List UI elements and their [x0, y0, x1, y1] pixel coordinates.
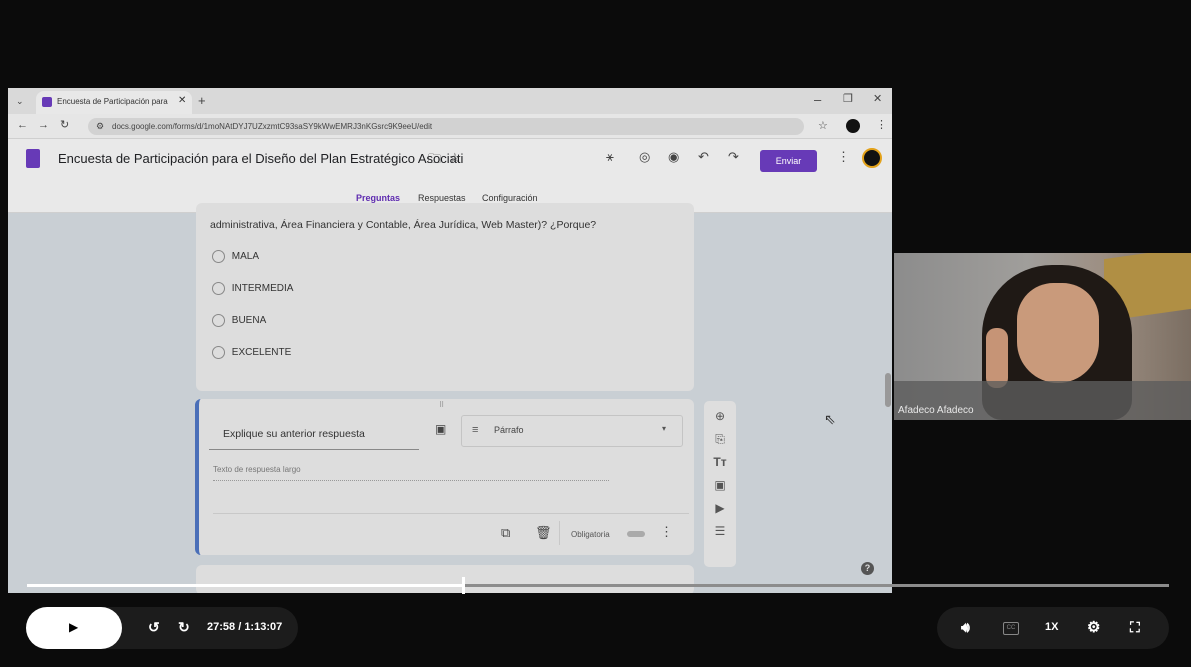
play-icon: ▶: [69, 620, 79, 634]
duplicate-icon[interactable]: ⧉: [501, 526, 510, 539]
dropdown-arrow-icon: ▾: [662, 424, 667, 433]
forms-header: Encuesta de Participación para el Diseño…: [8, 139, 892, 213]
current-time: 27:58: [207, 621, 236, 633]
tab-respuestas[interactable]: Respuestas: [418, 193, 466, 203]
mouse-cursor-icon: ⇖: [824, 411, 836, 427]
add-title-icon[interactable]: Tт: [712, 454, 728, 470]
site-info-icon[interactable]: ⚙: [96, 118, 104, 135]
tab-configuracion[interactable]: Configuración: [482, 193, 538, 203]
required-toggle[interactable]: [627, 531, 645, 537]
side-toolbar: ⊕ ⎘ Tт ▣ ▶ ☰: [704, 401, 736, 567]
more-vert-icon[interactable]: ⋮: [660, 525, 673, 538]
webcam-feed: Afadeco Afadeco: [894, 253, 1191, 420]
bookmark-star-icon[interactable]: ☆: [818, 118, 828, 135]
profile-avatar[interactable]: [846, 119, 860, 133]
player-settings-controls: 🔊︎ CC 1X ⚙ ⛶: [937, 607, 1169, 649]
card-divider: [213, 513, 689, 514]
drag-handle-icon[interactable]: ⠿: [439, 401, 444, 409]
forward-10-icon[interactable]: ↻: [178, 619, 190, 636]
tab-list-icon[interactable]: ⌄: [16, 95, 24, 108]
star-icon[interactable]: ☆: [449, 151, 461, 164]
scrollbar-thumb[interactable]: [885, 373, 891, 407]
rewind-10-icon[interactable]: ↺: [148, 619, 160, 636]
question-type-select[interactable]: ≡ Párrafo ▾: [461, 415, 683, 447]
restore-icon[interactable]: ❐: [843, 93, 853, 106]
add-question-icon[interactable]: ⊕: [712, 408, 728, 424]
back-icon[interactable]: ←: [17, 119, 28, 132]
new-tab-icon[interactable]: +: [198, 94, 206, 107]
form-editor-area: administrativa, Área Financiera y Contab…: [8, 203, 892, 593]
add-section-icon[interactable]: ☰: [712, 523, 728, 539]
option-excelente[interactable]: EXCELENTE: [212, 346, 291, 359]
option-buena[interactable]: BUENA: [212, 314, 266, 327]
browser-tab[interactable]: Encuesta de Participación para ✕: [36, 91, 192, 114]
close-tab-icon[interactable]: ✕: [178, 95, 186, 106]
add-image-icon[interactable]: ▣: [435, 423, 446, 436]
add-image-section-icon[interactable]: ▣: [712, 477, 728, 493]
redo-icon[interactable]: ↷: [728, 150, 739, 163]
question-text: administrativa, Área Financiera y Contab…: [210, 219, 597, 231]
question-card-multiple-choice[interactable]: administrativa, Área Financiera y Contab…: [196, 203, 694, 391]
toolbar-divider: [559, 521, 560, 545]
close-window-icon[interactable]: ✕: [873, 93, 882, 106]
add-video-icon[interactable]: ▶: [712, 500, 728, 516]
long-answer-placeholder: Texto de respuesta largo: [213, 465, 301, 474]
delete-icon[interactable]: 🗑: [535, 526, 552, 539]
browser-address-bar: ← → ↻ ⚙ docs.google.com/forms/d/1moNAtDY…: [8, 114, 892, 139]
option-intermedia[interactable]: INTERMEDIA: [212, 282, 293, 295]
send-button[interactable]: Enviar: [760, 150, 817, 172]
fullscreen-icon[interactable]: ⛶: [1130, 619, 1140, 636]
forms-logo-icon[interactable]: [26, 149, 40, 168]
participant-name: Afadeco Afadeco: [898, 405, 974, 416]
browser-tab-bar: ⌄ Encuesta de Participación para ✕ + – ❐…: [8, 88, 892, 114]
time-display: 27:58 / 1:13:07: [207, 621, 282, 633]
help-icon[interactable]: ?: [861, 562, 874, 575]
tab-title: Encuesta de Participación para: [57, 97, 168, 106]
url-field[interactable]: ⚙ docs.google.com/forms/d/1moNAtDYJ7UZxz…: [88, 118, 828, 135]
volume-icon[interactable]: 🔊︎: [961, 619, 970, 636]
more-options-icon[interactable]: ⋮: [837, 150, 850, 163]
question-card-paragraph[interactable]: ⠿ Explique su anterior respuesta ▣ ≡ Pár…: [195, 399, 694, 555]
folder-icon[interactable]: 🗀: [428, 152, 441, 165]
question-title-field[interactable]: Explique su anterior respuesta: [209, 417, 419, 450]
required-label: Obligatoria: [571, 530, 610, 539]
account-avatar[interactable]: [862, 148, 882, 168]
settings-gear-icon[interactable]: ⚙: [1087, 618, 1100, 636]
reload-icon[interactable]: ↻: [60, 119, 69, 132]
shared-screen: ⌄ Encuesta de Participación para ✕ + – ❐…: [8, 88, 892, 593]
play-button[interactable]: ▶: [26, 607, 122, 649]
progress-played: [27, 584, 463, 587]
undo-icon[interactable]: ↶: [698, 150, 709, 163]
progress-scrubber[interactable]: [462, 577, 465, 594]
playback-controls: ▶ ↺ ↻ 27:58 / 1:13:07: [26, 607, 298, 649]
preview-eye-icon[interactable]: ◉: [668, 150, 679, 163]
tab-preguntas[interactable]: Preguntas: [356, 193, 400, 203]
import-questions-icon[interactable]: ⎘: [712, 431, 728, 447]
next-question-card[interactable]: [196, 565, 694, 593]
addons-icon[interactable]: ⚹: [606, 150, 614, 163]
answer-line: [213, 479, 609, 481]
duration: 1:13:07: [244, 621, 283, 633]
option-mala[interactable]: MALA: [212, 250, 259, 263]
forward-icon[interactable]: →: [38, 119, 49, 132]
form-title[interactable]: Encuesta de Participación para el Diseño…: [58, 151, 463, 166]
person-face: [1017, 283, 1099, 383]
url-text: docs.google.com/forms/d/1moNAtDYJ7UZxzmt…: [112, 122, 433, 131]
speed-button[interactable]: 1X: [1045, 621, 1058, 633]
person-raised-hand: [986, 328, 1008, 388]
minimize-icon[interactable]: –: [814, 93, 821, 106]
forms-favicon-icon: [42, 97, 52, 107]
captions-icon[interactable]: CC: [1003, 622, 1019, 635]
time-separator: /: [235, 621, 245, 633]
browser-menu-icon[interactable]: ⋮: [876, 119, 887, 132]
palette-icon[interactable]: ◎: [639, 150, 650, 163]
paragraph-icon: ≡: [472, 424, 479, 436]
